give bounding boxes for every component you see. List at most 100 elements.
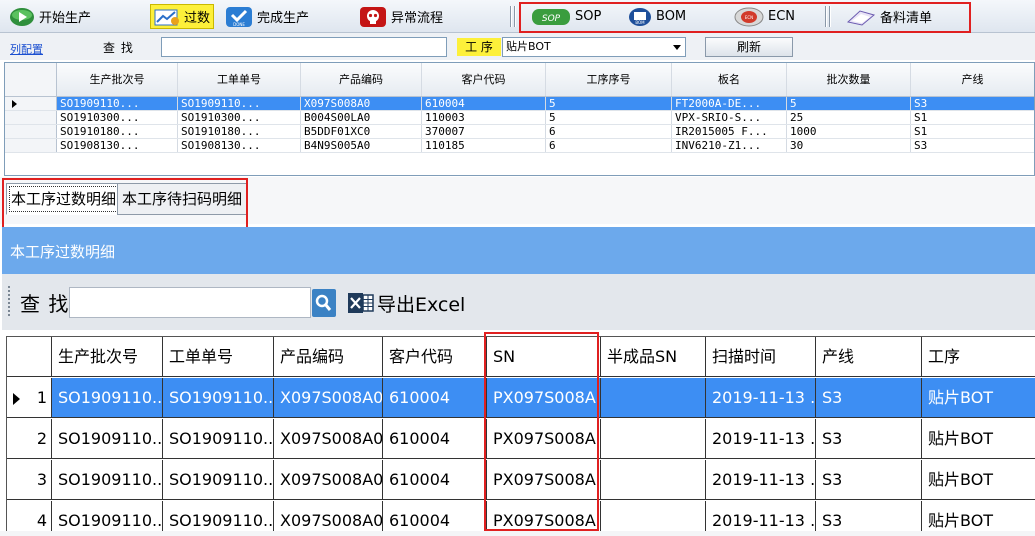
cell-customer-code[interactable]: 610004 [383, 460, 487, 499]
cell-line[interactable]: S3 [816, 460, 922, 499]
cell-work-order[interactable]: SO1909110... [163, 501, 274, 531]
cell-product-code[interactable]: X097S008A0 [274, 460, 383, 499]
table-row[interactable]: 3 SO1909110... SO1909110... X097S008A0 6… [7, 460, 1035, 500]
cell-process-seq[interactable]: 6 [546, 139, 672, 152]
table-row[interactable]: 1 SO1909110... SO1909110... X097S008A0 6… [7, 378, 1035, 418]
row-number[interactable]: 1 [7, 378, 52, 417]
cell-process[interactable]: 贴片BOT [922, 419, 1035, 458]
column-header[interactable]: 批次数量 [787, 63, 911, 96]
cell-process-seq[interactable]: 6 [546, 125, 672, 138]
refresh-button[interactable]: 刷新 [705, 37, 793, 57]
bom-button[interactable]: BOM BOM [625, 4, 689, 29]
cell-work-order[interactable]: SO1909110... [178, 97, 301, 110]
cell-line[interactable]: S3 [816, 501, 922, 531]
row-header[interactable] [5, 97, 57, 110]
cell-batch-no[interactable]: SO1908130... [57, 139, 178, 152]
cell-semi-sn[interactable] [601, 460, 706, 499]
cell-work-order[interactable]: SO1910300... [178, 111, 301, 124]
row-header[interactable] [5, 139, 57, 152]
cell-line[interactable]: S3 [911, 139, 1034, 152]
cell-process-seq[interactable]: 5 [546, 97, 672, 110]
cell-batch-no[interactable]: SO1909110... [52, 378, 163, 417]
cell-sn[interactable]: PX097S008A... [487, 378, 601, 417]
cell-line[interactable]: S1 [911, 111, 1034, 124]
row-number[interactable]: 3 [7, 460, 52, 499]
row-number[interactable]: 2 [7, 419, 52, 458]
cell-line[interactable]: S3 [816, 419, 922, 458]
start-production-button[interactable]: 开始生产 [6, 4, 94, 29]
column-header[interactable]: 扫描时间 [706, 337, 816, 376]
cell-work-order[interactable]: SO1909110... [163, 378, 274, 417]
cell-customer-code[interactable]: 610004 [383, 378, 487, 417]
column-header[interactable]: 产品编码 [301, 63, 422, 96]
table-row[interactable]: SO1910180... SO1910180... B5DDF01XC0 370… [5, 125, 1034, 139]
cell-scan-time[interactable]: 2019-11-13 ... [706, 460, 816, 499]
cell-product-code[interactable]: B5DDF01XC0 [301, 125, 422, 138]
column-header[interactable]: 生产批次号 [57, 63, 178, 96]
search-button[interactable] [312, 289, 336, 317]
detail-search-input[interactable] [69, 287, 311, 318]
column-header[interactable]: 产线 [816, 337, 922, 376]
column-header[interactable]: 工序 [922, 337, 1035, 376]
table-row[interactable]: 4 SO1909110... SO1909110... X097S008A0 6… [7, 501, 1035, 531]
column-header[interactable]: 客户代码 [422, 63, 546, 96]
export-excel-button[interactable]: 导出Excel [348, 288, 465, 318]
process-select[interactable]: 贴片BOT [502, 37, 686, 57]
column-header[interactable]: 客户代码 [383, 337, 487, 376]
row-number[interactable]: 4 [7, 501, 52, 531]
cell-product-code[interactable]: B004S00LA0 [301, 111, 422, 124]
cell-line[interactable]: S1 [911, 125, 1034, 138]
cell-customer-code[interactable]: 110185 [422, 139, 546, 152]
cell-product-code[interactable]: X097S008A0 [274, 419, 383, 458]
cell-scan-time[interactable]: 2019-11-13 ... [706, 501, 816, 531]
table-row[interactable]: SO1910300... SO1910300... B004S00LA0 110… [5, 111, 1034, 125]
table-row[interactable]: 2 SO1909110... SO1909110... X097S008A0 6… [7, 419, 1035, 459]
cell-semi-sn[interactable] [601, 378, 706, 417]
column-config-link[interactable]: 列配置 [10, 41, 43, 57]
cell-process[interactable]: 贴片BOT [922, 501, 1035, 531]
exception-flow-button[interactable]: 异常流程 [356, 4, 446, 29]
cell-batch-no[interactable]: SO1909110... [57, 97, 178, 110]
cell-sn[interactable]: PX097S008A... [487, 419, 601, 458]
cell-semi-sn[interactable] [601, 419, 706, 458]
cell-board-name[interactable]: FT2000A-DE... [672, 97, 787, 110]
cell-board-name[interactable]: VPX-SRIO-S... [672, 111, 787, 124]
cell-product-code[interactable]: B4N9S005A0 [301, 139, 422, 152]
cell-scan-time[interactable]: 2019-11-13 ... [706, 419, 816, 458]
cell-sn[interactable]: PX097S008A... [487, 460, 601, 499]
ecn-button[interactable]: ECN ECN [731, 4, 798, 29]
cell-line[interactable]: S3 [911, 97, 1034, 110]
cell-batch-qty[interactable]: 25 [787, 111, 911, 124]
cell-board-name[interactable]: INV6210-Z1... [672, 139, 787, 152]
cell-customer-code[interactable]: 610004 [383, 419, 487, 458]
cell-work-order[interactable]: SO1909110... [163, 419, 274, 458]
row-header[interactable] [5, 111, 57, 124]
cell-work-order[interactable]: SO1909110... [163, 460, 274, 499]
column-header[interactable]: 半成品SN [601, 337, 706, 376]
cell-customer-code[interactable]: 610004 [422, 97, 546, 110]
cell-batch-qty[interactable]: 5 [787, 97, 911, 110]
cell-sn[interactable]: PX097S008A... [487, 501, 601, 531]
pass-count-button[interactable]: 过数 [150, 4, 215, 29]
cell-customer-code[interactable]: 110003 [422, 111, 546, 124]
column-header[interactable]: 产品编码 [274, 337, 383, 376]
cell-process-seq[interactable]: 5 [546, 111, 672, 124]
column-header[interactable]: 板名 [672, 63, 787, 96]
cell-batch-no[interactable]: SO1909110... [52, 501, 163, 531]
cell-batch-no[interactable]: SO1909110... [52, 460, 163, 499]
column-header[interactable]: 工单单号 [163, 337, 274, 376]
tab-pending-scan-detail[interactable]: 本工序待扫码明细 [117, 183, 248, 215]
cell-batch-no[interactable]: SO1909110... [52, 419, 163, 458]
column-header[interactable]: 产线 [911, 63, 1034, 96]
cell-batch-no[interactable]: SO1910300... [57, 111, 178, 124]
tab-passed-detail[interactable]: 本工序过数明细 [6, 183, 122, 215]
cell-product-code[interactable]: X097S008A0 [274, 378, 383, 417]
cell-batch-no[interactable]: SO1910180... [57, 125, 178, 138]
cell-product-code[interactable]: X097S008A0 [301, 97, 422, 110]
search-input[interactable] [161, 37, 447, 57]
column-header[interactable]: 生产批次号 [52, 337, 163, 376]
column-header[interactable]: 工单单号 [178, 63, 301, 96]
column-header[interactable]: 工序序号 [546, 63, 672, 96]
cell-product-code[interactable]: X097S008A0 [274, 501, 383, 531]
column-header[interactable]: SN [487, 337, 601, 376]
